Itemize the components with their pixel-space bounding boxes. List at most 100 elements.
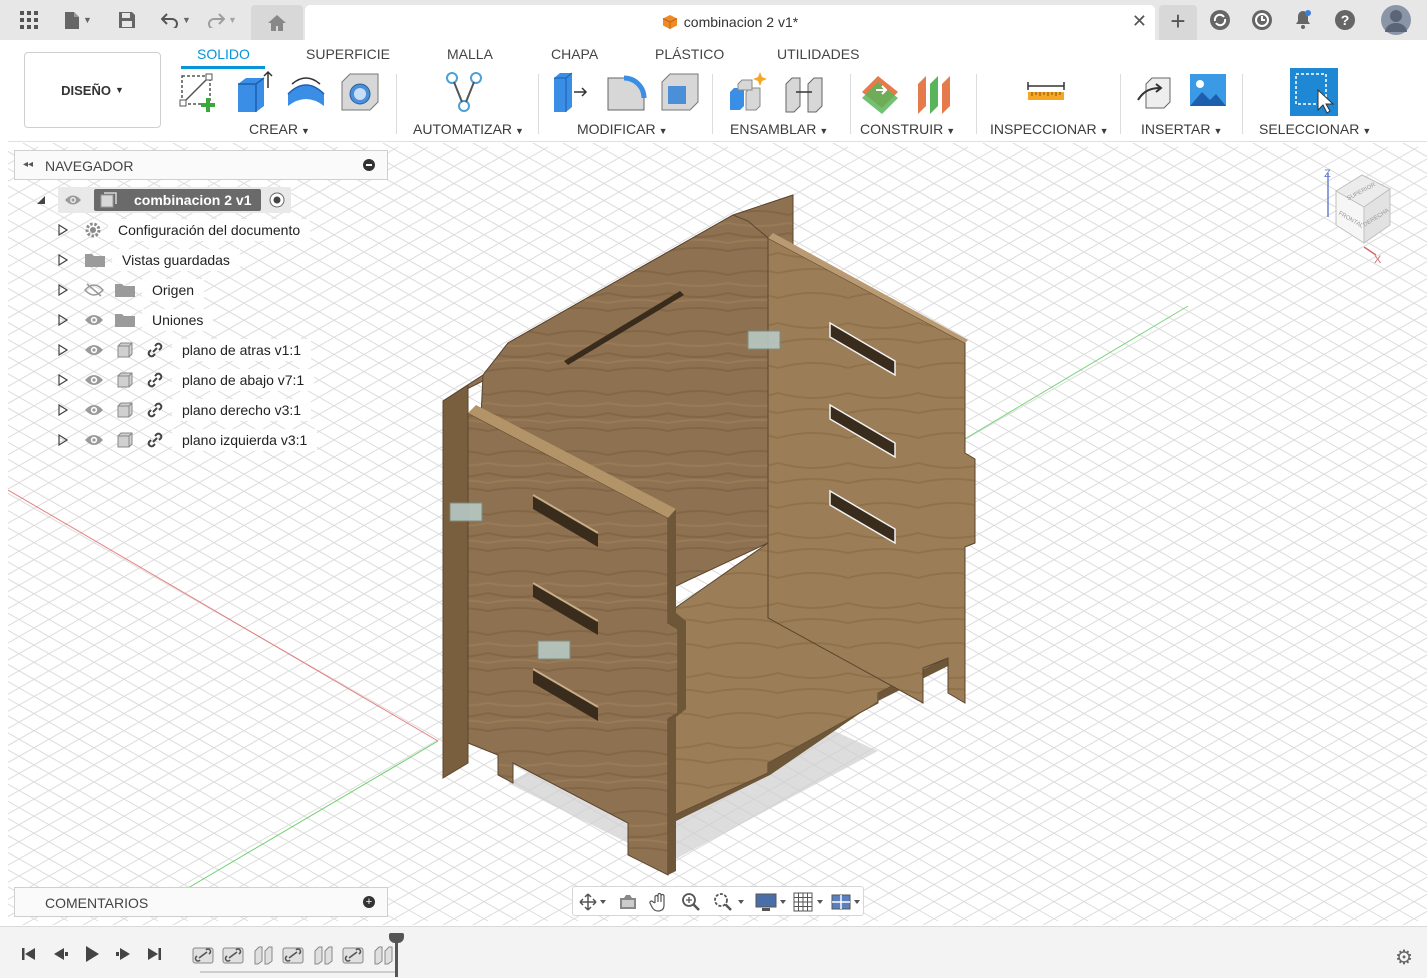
group-automatizar[interactable]: AUTOMATIZAR ▼ — [413, 121, 524, 137]
save-icon[interactable] — [116, 6, 138, 34]
zoom-window-button[interactable] — [713, 892, 747, 912]
insert-derive-icon[interactable] — [1136, 70, 1180, 114]
tab-utilidades[interactable]: UTILIDADES — [777, 46, 859, 62]
view-cube[interactable]: SUPERIOR FRONTAL DERECHA Z X — [1318, 165, 1418, 266]
timeline-joint-feature-icon[interactable] — [252, 945, 274, 965]
expanded-arrow-icon[interactable] — [36, 195, 46, 205]
collapsed-arrow-icon[interactable] — [58, 284, 68, 296]
play-icon[interactable] — [83, 945, 101, 963]
eye-hidden-icon[interactable] — [84, 283, 104, 297]
timeline-marker[interactable] — [389, 933, 404, 977]
document-tab[interactable]: combinacion 2 v1* ✕ — [305, 5, 1155, 40]
collapsed-arrow-icon[interactable] — [58, 314, 68, 326]
step-forward-icon[interactable] — [114, 945, 132, 963]
add-comment-icon[interactable]: + — [363, 896, 375, 908]
create-sketch-icon[interactable] — [178, 70, 222, 114]
go-to-end-icon[interactable] — [145, 945, 163, 963]
apps-grid-icon[interactable] — [18, 6, 40, 34]
browser-node-component[interactable]: plano derecho v3:1 — [58, 397, 312, 423]
orbit-button[interactable] — [578, 892, 608, 912]
viewports-button[interactable] — [831, 892, 865, 912]
eye-icon[interactable] — [84, 403, 104, 417]
timeline-joint-feature-icon[interactable] — [372, 945, 394, 965]
undo-button[interactable]: ▼ — [158, 6, 194, 34]
fillet-icon[interactable] — [604, 70, 648, 114]
workspace-switcher[interactable]: DISEÑO ▼ — [24, 52, 161, 128]
browser-node-document-settings[interactable]: Configuración del documento — [58, 217, 311, 243]
press-pull-icon[interactable] — [548, 70, 592, 114]
timeline-joint-feature-icon[interactable] — [312, 945, 334, 965]
insert-image-icon[interactable] — [1186, 70, 1230, 114]
eye-icon[interactable] — [84, 373, 104, 387]
tab-plastico[interactable]: PLÁSTICO — [655, 46, 724, 62]
browser-node-saved-views[interactable]: Vistas guardadas — [58, 247, 240, 273]
group-seleccionar[interactable]: SELECCIONAR ▼ — [1259, 121, 1371, 137]
collapsed-arrow-icon[interactable] — [58, 224, 68, 236]
group-insertar[interactable]: INSERTAR ▼ — [1141, 121, 1222, 137]
workspace-label: DISEÑO — [61, 82, 111, 98]
group-ensamblar[interactable]: ENSAMBLAR ▼ — [730, 121, 828, 137]
step-back-icon[interactable] — [52, 945, 70, 963]
midplane-icon[interactable] — [912, 70, 956, 114]
browser-node-joints[interactable]: Uniones — [58, 307, 214, 333]
revolve-icon[interactable] — [284, 70, 328, 114]
grid-settings-button[interactable] — [793, 892, 827, 912]
group-modificar[interactable]: MODIFICAR ▼ — [577, 121, 667, 137]
job-status-icon[interactable] — [1250, 8, 1274, 32]
extrude-icon[interactable] — [232, 70, 276, 114]
collapsed-arrow-icon[interactable] — [58, 404, 68, 416]
close-tab-icon[interactable]: ✕ — [1132, 11, 1147, 32]
tab-malla[interactable]: MALLA — [447, 46, 493, 62]
collapsed-arrow-icon[interactable] — [58, 254, 68, 266]
collapsed-arrow-icon[interactable] — [58, 344, 68, 356]
eye-icon[interactable] — [84, 343, 104, 357]
group-crear[interactable]: CREAR ▼ — [249, 121, 310, 137]
new-component-icon[interactable] — [726, 70, 770, 114]
joint-icon[interactable] — [782, 70, 826, 114]
browser-panel-header[interactable]: ◂◂ NAVEGADOR — [14, 150, 388, 180]
collapse-browser-icon[interactable]: ◂◂ — [23, 159, 33, 170]
help-icon[interactable]: ? — [1333, 8, 1357, 32]
timeline-joint-feature-icon[interactable] — [192, 945, 214, 965]
extensions-icon[interactable] — [1208, 8, 1232, 32]
eye-icon[interactable] — [84, 313, 104, 327]
display-settings-button[interactable] — [755, 892, 789, 912]
collapsed-arrow-icon[interactable] — [58, 374, 68, 386]
tab-superficie[interactable]: SUPERFICIE — [306, 46, 390, 62]
hole-icon[interactable] — [338, 70, 382, 114]
notifications-icon[interactable] — [1291, 8, 1315, 32]
tab-solido[interactable]: SOLIDO — [197, 46, 250, 62]
group-construir[interactable]: CONSTRUIR ▼ — [860, 121, 955, 137]
browser-node-origin[interactable]: Origen — [58, 277, 205, 303]
timeline-settings-gear-icon[interactable]: ⚙ — [1395, 945, 1413, 970]
go-to-start-icon[interactable] — [20, 945, 38, 963]
timeline-joint-feature-icon[interactable] — [282, 945, 304, 965]
home-tab[interactable] — [251, 5, 303, 40]
browser-root-node[interactable]: combinacion 2 v1 — [36, 187, 292, 213]
shell-icon[interactable] — [658, 70, 702, 114]
eye-icon[interactable] — [84, 433, 104, 447]
pan-icon[interactable] — [649, 892, 669, 912]
select-icon[interactable] — [1290, 68, 1338, 116]
browser-node-component[interactable]: plano de atras v1:1 — [58, 337, 312, 363]
add-tab-button[interactable]: + — [1159, 5, 1197, 40]
browser-node-component[interactable]: plano de abajo v7:1 — [58, 367, 315, 393]
look-at-icon[interactable] — [618, 892, 638, 912]
automate-icon[interactable] — [442, 70, 486, 114]
collapsed-arrow-icon[interactable] — [58, 434, 68, 446]
user-avatar[interactable] — [1381, 5, 1411, 35]
file-menu-button[interactable]: ▼ — [60, 6, 96, 34]
activate-radio-icon[interactable] — [269, 192, 285, 208]
tab-chapa[interactable]: CHAPA — [551, 46, 598, 62]
measure-icon[interactable] — [1024, 70, 1068, 114]
zoom-icon[interactable] — [681, 892, 701, 912]
comments-panel-header[interactable]: COMENTARIOS + — [14, 887, 388, 917]
browser-node-component[interactable]: plano izquierda v3:1 — [58, 427, 318, 453]
minimize-browser-icon[interactable] — [363, 159, 375, 171]
offset-plane-icon[interactable] — [858, 70, 902, 114]
redo-button[interactable]: ▼ — [204, 6, 240, 34]
timeline-joint-feature-icon[interactable] — [342, 945, 364, 965]
timeline-joint-feature-icon[interactable] — [222, 945, 244, 965]
group-inspeccionar[interactable]: INSPECCIONAR ▼ — [990, 121, 1109, 137]
eye-icon[interactable] — [64, 194, 82, 206]
